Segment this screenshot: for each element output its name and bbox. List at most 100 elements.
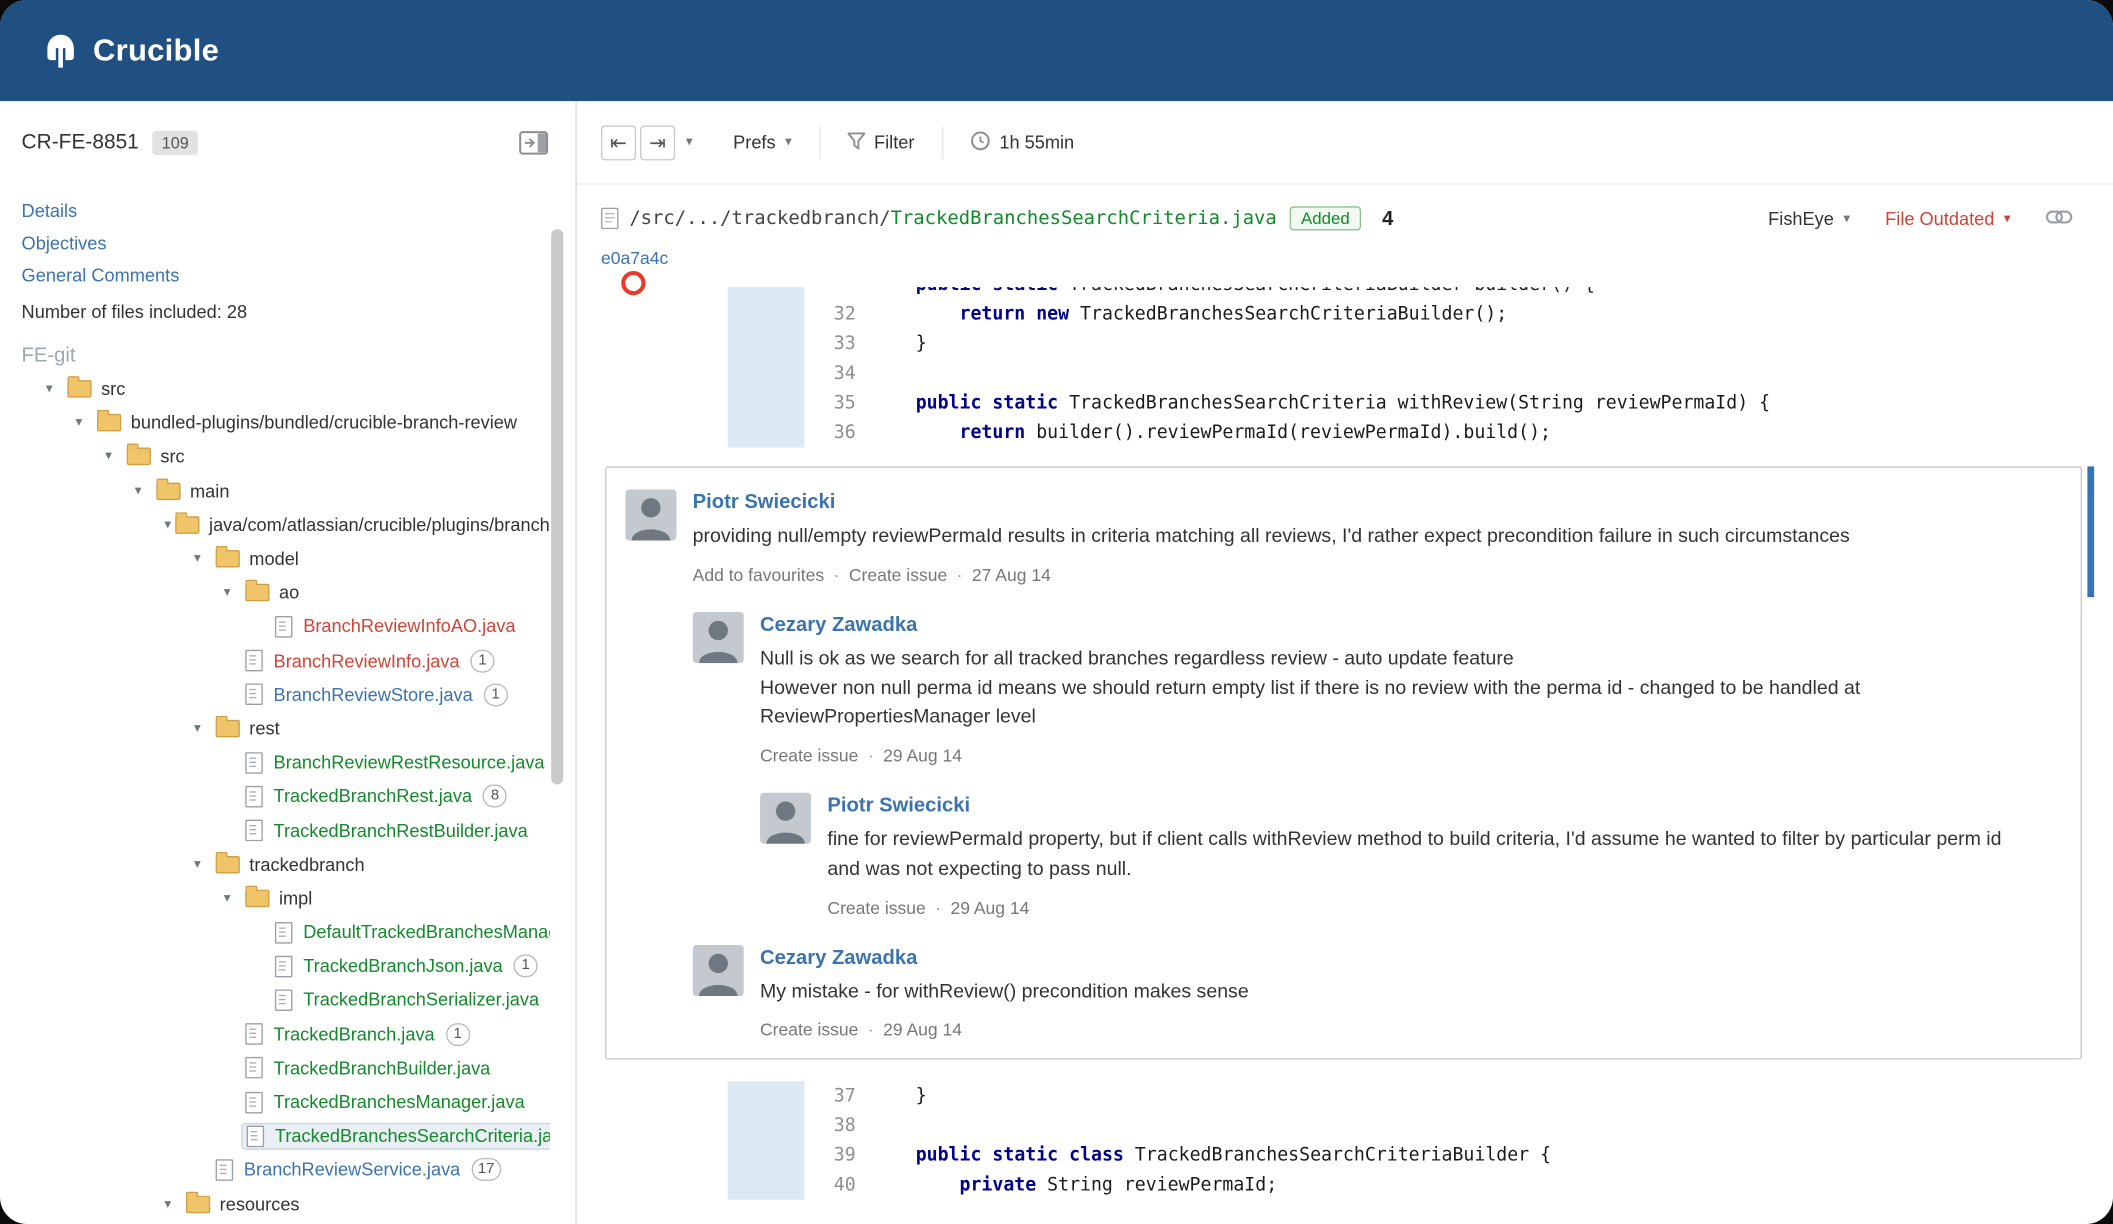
prefs-menu[interactable]: Prefs ▾ bbox=[733, 132, 792, 152]
tree-file-trackedbranchrestbuilder-java[interactable]: TrackedBranchRestBuilder.java bbox=[22, 813, 550, 847]
folder-icon bbox=[126, 444, 151, 466]
chevron-down-icon[interactable]: ▾ bbox=[164, 1196, 186, 1211]
line-number: 33 bbox=[833, 332, 856, 355]
chevron-down-icon[interactable]: ▾ bbox=[164, 517, 175, 532]
tree-file-trackedbranchesmanager-java[interactable]: TrackedBranchesManager.java bbox=[22, 1085, 550, 1119]
clipped-code-line: public static TrackedBranchesSearchCrite… bbox=[577, 287, 2113, 300]
prev-file-button[interactable]: ⇤ bbox=[601, 124, 637, 160]
comment-author[interactable]: Cezary Zawadka bbox=[760, 946, 2056, 969]
comment-text: fine for reviewPermaId property, but if … bbox=[827, 829, 2002, 851]
chevron-down-icon[interactable]: ▾ bbox=[224, 891, 246, 906]
tree-file-trackedbranchbuilder-java[interactable]: TrackedBranchBuilder.java bbox=[22, 1051, 550, 1085]
collapse-panel-icon[interactable] bbox=[519, 131, 549, 155]
file-icon bbox=[245, 649, 263, 672]
comment-author[interactable]: Piotr Swiecicki bbox=[827, 794, 2056, 817]
tree-file-branchreviewstore-java[interactable]: BranchReviewStore.java 1 bbox=[22, 678, 550, 712]
code-line-40[interactable]: 40 private String reviewPermaId; bbox=[577, 1170, 2113, 1201]
tree-file-trackedbranchessearchcriteria-java[interactable]: TrackedBranchesSearchCriteria.java bbox=[22, 1119, 550, 1153]
tree-folder-src[interactable]: ▾ src bbox=[22, 440, 550, 474]
comment-author[interactable]: Cezary Zawadka bbox=[760, 613, 2056, 636]
app-brand[interactable]: Crucible bbox=[93, 32, 219, 68]
link-icon[interactable] bbox=[2045, 206, 2073, 230]
folder-icon bbox=[215, 545, 240, 568]
file-icon bbox=[245, 683, 263, 706]
chevron-down-icon[interactable]: ▾ bbox=[75, 416, 97, 431]
chevron-down-icon[interactable]: ▾ bbox=[46, 382, 68, 397]
file-header: /src/.../trackedbranch/TrackedBranchesSe… bbox=[577, 185, 2113, 236]
file-outdated-menu[interactable]: File Outdated ▾ bbox=[1885, 208, 2010, 228]
tree-file-trackedbranchrest-java[interactable]: TrackedBranchRest.java 8 bbox=[22, 779, 550, 813]
file-nav-dropdown-caret-icon[interactable]: ▾ bbox=[686, 135, 693, 150]
sidebar-link-objectives[interactable]: Objectives bbox=[22, 233, 576, 253]
comment-action-create-issue[interactable]: Create issue bbox=[760, 1019, 858, 1039]
comment-action-create-issue[interactable]: Create issue bbox=[827, 897, 925, 917]
content-area: CR-FE-8851 109 Details Objectives General … bbox=[0, 101, 2113, 1224]
tree-folder-impl[interactable]: ▾ impl bbox=[22, 881, 550, 915]
tree-folder-java-com-atlassian-crucible-plugins-branch[interactable]: ▾ java/com/atlassian/crucible/plugins/bra… bbox=[22, 508, 550, 542]
chevron-down-icon[interactable]: ▾ bbox=[194, 721, 216, 736]
tree-file-branchreviewrestresource-java[interactable]: BranchReviewRestResource.java bbox=[22, 746, 550, 780]
tree-folder-resources[interactable]: ▾ resources bbox=[22, 1187, 550, 1221]
code-line-35[interactable]: 35 public static TrackedBranchesSearchCr… bbox=[577, 388, 2113, 418]
tree-label: BranchReviewInfo.java bbox=[273, 650, 460, 671]
sidebar-link-general-comments[interactable]: General Comments bbox=[22, 266, 576, 286]
chevron-down-icon[interactable]: ▾ bbox=[194, 551, 216, 566]
tree-label: TrackedBranchBuilder.java bbox=[273, 1057, 491, 1079]
code-line[interactable]: public static TrackedBranchesSearchCrite… bbox=[577, 287, 2113, 300]
scrollbar-thumb[interactable] bbox=[551, 229, 564, 785]
tree-folder-main[interactable]: ▾ main bbox=[22, 474, 550, 508]
code-line-32[interactable]: 32 return new TrackedBranchesSearchCrite… bbox=[577, 299, 2113, 329]
chevron-down-icon[interactable]: ▾ bbox=[105, 450, 127, 465]
comment-cezary-zawadka: Cezary Zawadka My mistake - for withRevie… bbox=[692, 944, 2057, 1040]
annotation-circle bbox=[621, 270, 646, 296]
time-spent-menu[interactable]: 1h 55min bbox=[970, 130, 1074, 154]
tree-file-defaulttrackedbranchesmanager-java[interactable]: DefaultTrackedBranchesManager.java bbox=[22, 915, 550, 949]
crucible-logo-icon[interactable] bbox=[40, 30, 80, 70]
tree-folder-rest[interactable]: ▾ rest bbox=[22, 712, 550, 746]
comment-author[interactable]: Piotr Swiecicki bbox=[693, 491, 2057, 514]
tree-file-trackedbranchserializer-java[interactable]: TrackedBranchSerializer.java bbox=[22, 983, 550, 1017]
comment-action-create-issue[interactable]: Create issue bbox=[849, 564, 947, 584]
fisheye-menu[interactable]: FishEye ▾ bbox=[1768, 208, 1850, 228]
tree-folder-ao[interactable]: ▾ ao bbox=[22, 576, 550, 610]
code-text: public static class TrackedBranchesSearc… bbox=[915, 1144, 1552, 1167]
tree-label: TrackedBranchJson.java bbox=[303, 956, 503, 977]
file-area: /src/.../trackedbranch/TrackedBranchesSe… bbox=[577, 185, 2113, 1201]
code-line-34[interactable]: 34 bbox=[577, 358, 2113, 389]
comment-action-create-issue[interactable]: Create issue bbox=[760, 745, 858, 765]
file-path[interactable]: /src/.../trackedbranch/TrackedBranchesSe… bbox=[629, 208, 1276, 230]
sidebar-link-details[interactable]: Details bbox=[22, 201, 576, 221]
file-icon bbox=[245, 785, 263, 808]
line-number: 36 bbox=[833, 421, 856, 444]
tree-file-branchreviewinfo-java[interactable]: BranchReviewInfo.java 1 bbox=[22, 644, 550, 678]
code-line-36[interactable]: 36 return builder().reviewPermaId(review… bbox=[577, 417, 2113, 448]
comment-date: 27 Aug 14 bbox=[971, 564, 1051, 585]
chevron-down-icon[interactable]: ▾ bbox=[135, 483, 157, 498]
code-line-39[interactable]: 39 public static class TrackedBranchesSe… bbox=[577, 1140, 2113, 1171]
diff-added-gutter bbox=[727, 1081, 805, 1112]
file-icon bbox=[274, 615, 293, 638]
filter-button[interactable]: Filter bbox=[845, 131, 914, 153]
tree-label: main bbox=[190, 480, 230, 502]
browser-window: Crucible CR-FE-8851 109 Details Objective… bbox=[0, 0, 2113, 1224]
comment-action-add-to-favourites[interactable]: Add to favourites bbox=[693, 564, 824, 584]
chevron-down-icon[interactable]: ▾ bbox=[194, 857, 216, 872]
code-line-38[interactable]: 38 bbox=[577, 1111, 2113, 1141]
next-file-button[interactable]: ⇥ bbox=[640, 124, 676, 160]
code-line-37[interactable]: 37 } bbox=[577, 1081, 2113, 1112]
chevron-down-icon[interactable]: ▾ bbox=[224, 585, 246, 600]
chevron-down-icon: ▾ bbox=[2003, 210, 2011, 226]
revision-link[interactable]: e0a7a4c bbox=[601, 248, 668, 268]
tree-file-trackedbranchjson-java[interactable]: TrackedBranchJson.java 1 bbox=[22, 949, 550, 983]
avatar bbox=[692, 944, 744, 996]
tree-folder-src[interactable]: ▾ src bbox=[22, 372, 550, 406]
folder-icon bbox=[67, 376, 92, 398]
file-comment-count: 4 bbox=[1382, 206, 1394, 230]
tree-file-branchreviewservice-java[interactable]: BranchReviewService.java 17 bbox=[22, 1153, 550, 1187]
tree-file-branchreviewinfoao-java[interactable]: BranchReviewInfoAO.java bbox=[22, 610, 550, 644]
tree-folder-trackedbranch[interactable]: ▾ trackedbranch bbox=[22, 847, 550, 881]
tree-file-trackedbranch-java[interactable]: TrackedBranch.java 1 bbox=[22, 1017, 550, 1051]
tree-folder-bundled-plugins-bundled-crucible-branch-review[interactable]: ▾ bundled-plugins/bundled/crucible-branch… bbox=[22, 406, 550, 440]
code-line-33[interactable]: 33 } bbox=[577, 328, 2113, 359]
tree-folder-model[interactable]: ▾ model bbox=[22, 542, 550, 576]
